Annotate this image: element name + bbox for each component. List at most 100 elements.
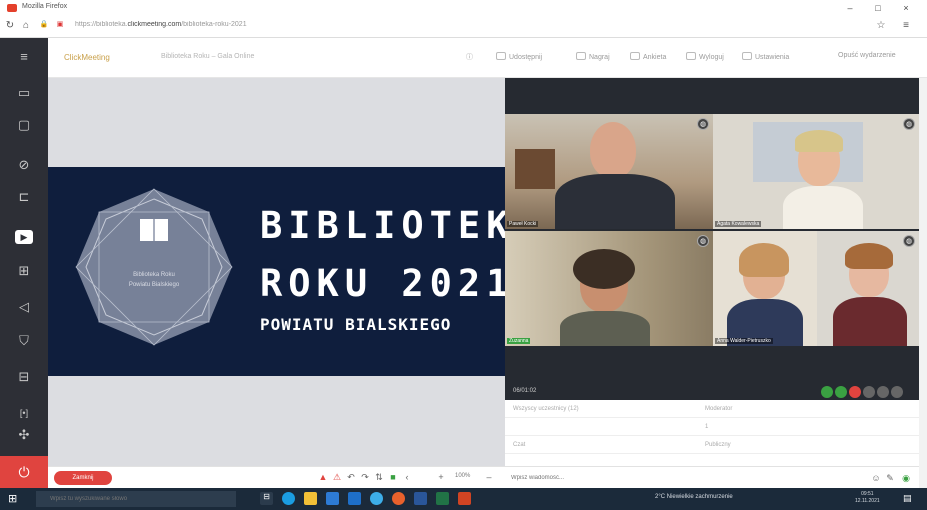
emoji-icon[interactable]: ☺ <box>871 472 881 484</box>
window-title: Mozilla Firefox <box>22 3 68 10</box>
windows-start-icon[interactable]: ⊞ <box>8 493 20 505</box>
layout-button[interactable] <box>877 386 889 398</box>
end-call-button[interactable] <box>849 386 861 398</box>
lock-icon[interactable]: 🔒 <box>38 20 50 28</box>
share-button[interactable]: Udostępnij <box>496 52 542 61</box>
mic-icon[interactable]: ◍ <box>697 235 709 247</box>
firefox-icon <box>7 4 17 12</box>
badge-icon[interactable]: ⛉ <box>14 332 34 350</box>
video-tile[interactable]: ◍ <box>817 231 919 346</box>
presentation-icon[interactable]: ⊞ <box>14 262 34 280</box>
leave-event-button[interactable]: Opuść wydarzenie <box>838 52 896 59</box>
poll-icon <box>630 52 640 60</box>
taskbar-search-input[interactable] <box>36 491 236 507</box>
mic-icon[interactable]: ◍ <box>697 118 709 130</box>
hamburger-menu-icon[interactable]: ≡ <box>14 48 34 66</box>
pointer-icon[interactable]: ▲ <box>318 471 328 483</box>
files-icon[interactable]: ⊏ <box>14 188 34 206</box>
close-window-button[interactable]: × <box>899 2 913 14</box>
send-icon[interactable]: ◉ <box>901 472 911 484</box>
whiteboard-icon[interactable]: ⊘ <box>14 156 34 174</box>
zoom-in-icon[interactable]: + <box>436 471 446 483</box>
maximize-button[interactable]: □ <box>871 2 885 14</box>
redo-icon[interactable]: ↷ <box>360 471 370 483</box>
store-icon[interactable] <box>326 492 339 505</box>
record-label: Nagraj <box>589 54 610 61</box>
options-button[interactable] <box>863 386 875 398</box>
powerpoint-icon[interactable] <box>458 492 471 505</box>
color-swatch-icon[interactable]: ■ <box>388 471 398 483</box>
slide-title-line-1: BIBLIOTEKA <box>260 204 543 247</box>
video-tile[interactable]: Zuzanna ◍ <box>505 231 713 346</box>
fullscreen-button[interactable] <box>891 386 903 398</box>
brand-logo: ClickMeeting <box>64 53 110 62</box>
chat-input[interactable] <box>511 471 811 485</box>
megaphone-icon[interactable]: ◁ <box>14 298 34 316</box>
close-presentation-button[interactable]: Zamknij <box>54 471 112 485</box>
logout-icon <box>686 52 696 60</box>
mic-toggle-button[interactable] <box>835 386 847 398</box>
leave-power-button[interactable]: ⏻ <box>0 456 48 488</box>
list-item-right: 1 <box>705 424 709 430</box>
minimize-button[interactable]: – <box>843 2 857 14</box>
hair-shape <box>795 130 843 152</box>
task-view-icon[interactable]: ⊟ <box>260 492 273 505</box>
highlighter-icon[interactable]: ⇅ <box>374 471 384 483</box>
logout-button[interactable]: Wyloguj <box>686 52 724 61</box>
slide-toolbar: Zamknij ▲ ⚠ ↶ ↷ ⇅ ■ ‹ + 100% – <box>48 466 505 488</box>
settings-button[interactable]: Ustawienia <box>742 52 789 61</box>
mic-icon[interactable]: ◍ <box>903 235 915 247</box>
camera-icon[interactable]: ▭ <box>14 84 34 102</box>
notifications-icon[interactable]: ▤ <box>903 493 915 505</box>
word-icon[interactable] <box>414 492 427 505</box>
right-scrollbar[interactable] <box>919 78 927 488</box>
camera-permission-icon[interactable]: ▣ <box>54 20 66 28</box>
record-button[interactable]: Nagraj <box>576 52 610 61</box>
firefox-taskbar-icon[interactable] <box>392 492 405 505</box>
person-body <box>555 174 675 229</box>
settings-header-icon <box>742 52 752 60</box>
attach-icon[interactable]: ✎ <box>885 472 895 484</box>
slide-title-line-2: ROKU 2021 <box>260 262 515 305</box>
bookmark-star-icon[interactable]: ☆ <box>875 20 887 31</box>
video-play-icon[interactable]: ▶ <box>15 230 33 244</box>
mail-icon[interactable] <box>348 492 361 505</box>
pen-icon[interactable]: ⚠ <box>332 471 342 483</box>
hair-shape <box>739 243 789 277</box>
camera-toggle-button[interactable] <box>821 386 833 398</box>
octagon-badge-logo <box>75 188 233 346</box>
video-tile[interactable]: Agata Kowalewska ◍ <box>713 114 919 229</box>
code-icon[interactable]: [•] <box>14 404 34 422</box>
more-icon[interactable]: ‹ <box>402 471 412 483</box>
video-tile[interactable]: Paweł Kocki ◍ <box>505 114 713 229</box>
url-field[interactable]: https://biblioteka.clickmeeting.com/bibl… <box>75 21 475 33</box>
weather-status[interactable]: 2°C Niewielkie zachmurzenie <box>655 494 733 500</box>
system-clock[interactable]: 09:51 12.11.2021 <box>855 491 880 505</box>
list-item[interactable]: Czat Publiczny <box>505 438 919 454</box>
zoom-out-icon[interactable]: – <box>484 471 494 483</box>
bookshelf-shape <box>515 149 555 189</box>
taskbar: ⊞ ⊟ 2°C Niewielkie zachmurzenie 09:51 12… <box>0 488 927 510</box>
list-item[interactable]: 1 <box>505 420 919 436</box>
menu-icon[interactable]: ≡ <box>900 20 912 31</box>
layout-grid-icon[interactable]: ⊟ <box>14 368 34 386</box>
chrome-icon[interactable] <box>370 492 383 505</box>
info-icon[interactable]: ⓘ <box>466 52 473 62</box>
back-icon[interactable]: ↻ <box>4 20 16 31</box>
settings-icon[interactable]: ✣ <box>14 426 34 444</box>
poll-button[interactable]: Ankieta <box>630 52 666 61</box>
edge-icon[interactable] <box>282 492 295 505</box>
home-icon[interactable]: ⌂ <box>20 20 32 31</box>
hair-shape <box>573 249 635 289</box>
file-explorer-icon[interactable] <box>304 492 317 505</box>
list-item-right: Moderator <box>705 406 733 412</box>
side-panel: Wszyscy uczestnicy (12) Moderator 1 Czat… <box>505 400 919 466</box>
logout-label: Wyloguj <box>699 54 724 61</box>
list-item[interactable]: Wszyscy uczestnicy (12) Moderator <box>505 402 919 418</box>
undo-icon[interactable]: ↶ <box>346 471 356 483</box>
video-tile[interactable]: Anna Walder-Pietruszko <box>713 231 817 346</box>
excel-icon[interactable] <box>436 492 449 505</box>
screen-share-icon[interactable]: ▢ <box>14 116 34 134</box>
person-body <box>560 311 650 346</box>
mic-icon[interactable]: ◍ <box>903 118 915 130</box>
